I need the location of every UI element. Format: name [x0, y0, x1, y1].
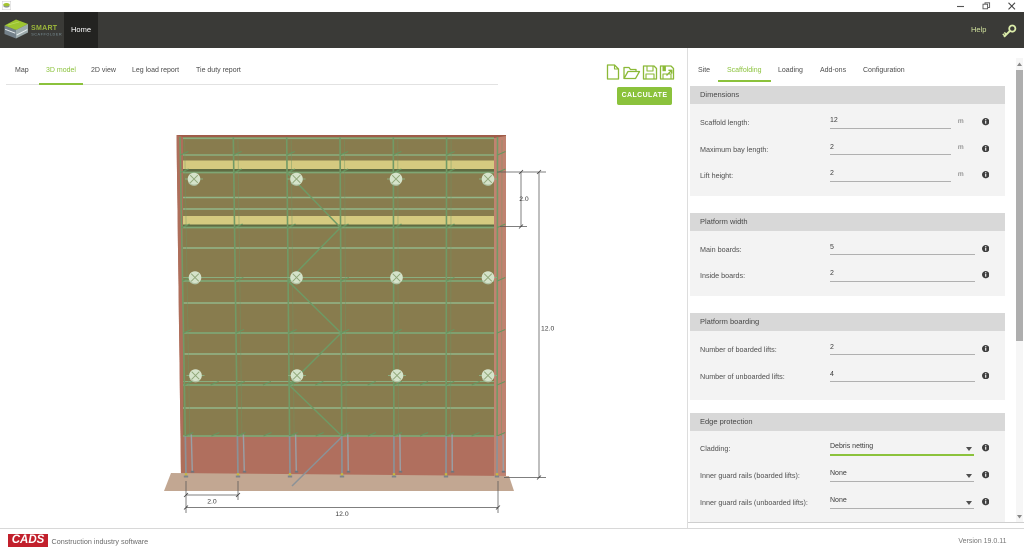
svg-text:2.0: 2.0	[207, 499, 217, 506]
svg-text:12.0: 12.0	[335, 511, 348, 518]
svg-text:2.0: 2.0	[519, 196, 529, 203]
svg-text:12.0: 12.0	[541, 326, 554, 333]
